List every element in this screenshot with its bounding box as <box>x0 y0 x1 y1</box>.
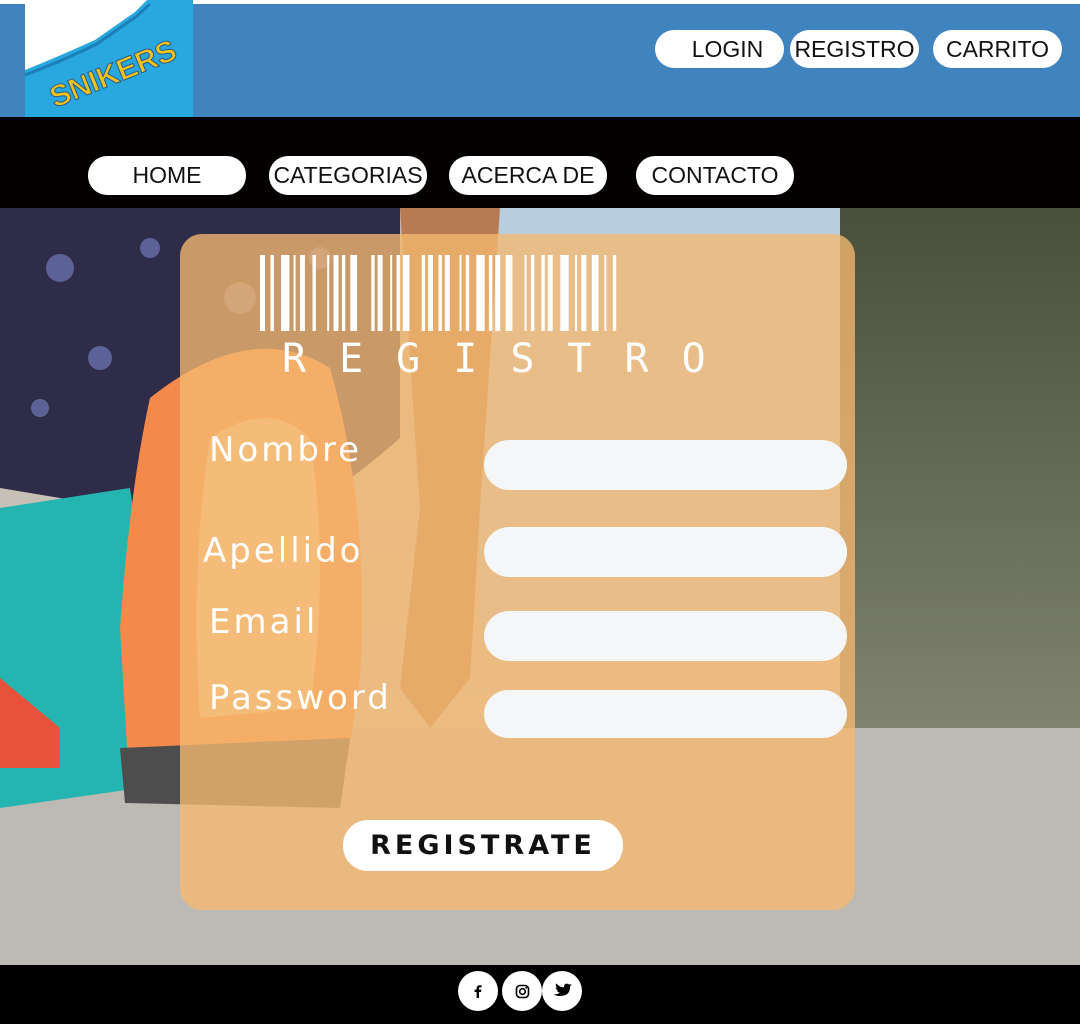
instagram-icon <box>515 984 529 998</box>
barcode-bar <box>421 255 426 331</box>
barcode-bar <box>350 255 357 331</box>
barcode-bar <box>327 255 330 331</box>
barcode-bar <box>547 255 553 331</box>
apellido-input[interactable] <box>484 527 847 577</box>
barcode-bar <box>465 255 470 331</box>
nav-contacto[interactable]: CONTACTO <box>636 156 794 195</box>
barcode-bar <box>428 255 433 331</box>
barcode-bar <box>299 255 305 331</box>
barcode-bar <box>530 255 535 331</box>
instagram-link[interactable] <box>502 971 542 1011</box>
barcode-bar <box>505 255 513 331</box>
barcode-graphic <box>260 255 617 331</box>
barcode-bar <box>333 255 339 331</box>
barcode-bar <box>312 255 316 331</box>
nav-home[interactable]: HOME <box>88 156 246 195</box>
registro-link[interactable]: REGISTRO <box>790 30 919 68</box>
barcode-bar <box>575 255 577 331</box>
barcode-bar <box>581 255 587 331</box>
barcode-bar <box>591 255 599 331</box>
barcode-bar <box>488 255 493 331</box>
barcode-bar <box>476 255 485 331</box>
carrito-link[interactable]: CARRITO <box>933 30 1062 68</box>
form-title: REGISTRO <box>282 336 739 382</box>
barcode-bar <box>260 255 265 331</box>
barcode-bar <box>612 255 617 331</box>
nombre-input[interactable] <box>484 440 847 490</box>
barcode-bar <box>402 255 410 331</box>
barcode-bar <box>390 255 393 331</box>
registrate-button[interactable]: REGISTRATE <box>343 820 623 871</box>
barcode-bar <box>396 255 400 331</box>
barcode-bar <box>270 255 274 331</box>
barcode-bar <box>541 255 545 331</box>
barcode-bar <box>293 255 296 331</box>
password-input[interactable] <box>484 690 847 738</box>
label-apellido: Apellido <box>203 531 364 571</box>
nav-acerca-de[interactable]: ACERCA DE <box>449 156 607 195</box>
barcode-bar <box>459 255 462 331</box>
label-nombre: Nombre <box>209 430 363 470</box>
barcode-bar <box>604 255 607 331</box>
twitter-link[interactable] <box>542 971 582 1011</box>
barcode-bar <box>438 255 442 331</box>
barcode-bar <box>524 255 527 331</box>
barcode-bar <box>281 255 290 331</box>
barcode-bar <box>495 255 501 331</box>
email-input[interactable] <box>484 611 847 661</box>
label-email: Email <box>209 602 319 642</box>
login-link[interactable]: LOGIN <box>655 30 784 68</box>
barcode-bar <box>444 255 450 331</box>
barcode-bar <box>560 255 569 331</box>
barcode-bar <box>341 255 346 331</box>
facebook-icon <box>474 985 482 998</box>
nav-categorias[interactable]: CATEGORIAS <box>269 156 427 195</box>
brand-logo[interactable]: SNIKERS <box>25 0 193 117</box>
barcode-bar <box>371 255 375 331</box>
twitter-icon <box>553 982 572 996</box>
barcode-bar <box>377 255 383 331</box>
label-password: Password <box>209 678 392 718</box>
facebook-link[interactable] <box>458 971 498 1011</box>
